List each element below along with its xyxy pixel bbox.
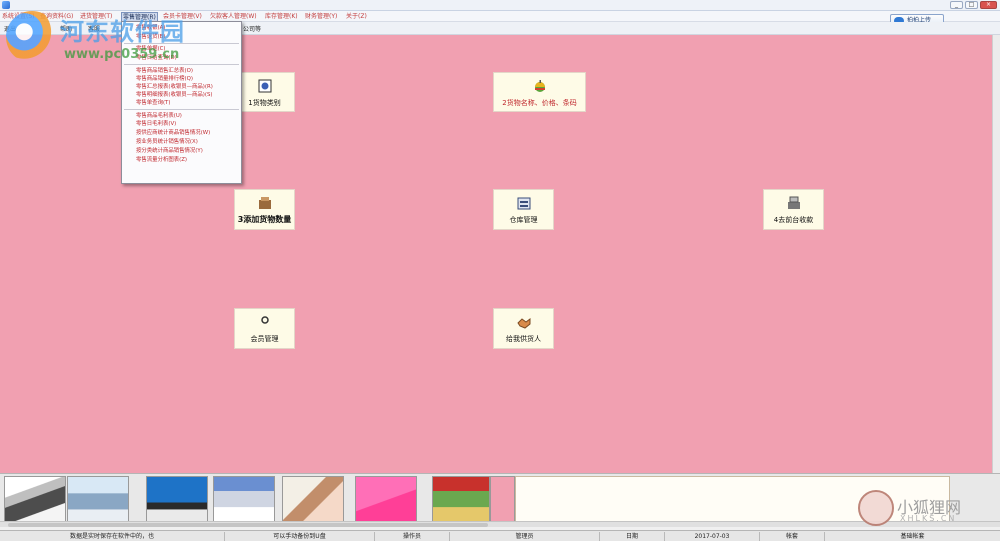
- image-strip: [0, 473, 1000, 527]
- tile-my-suppliers[interactable]: 给我供货人: [493, 308, 554, 349]
- corner-watermark-sub: XHLKS.CN: [900, 514, 957, 523]
- minimize-button[interactable]: _: [950, 1, 963, 9]
- apple-icon: [534, 80, 545, 92]
- status-date-value: 2017-07-03: [665, 532, 760, 541]
- fox-logo-watermark: [858, 490, 894, 526]
- tile-member-management-label: 会员管理: [250, 335, 279, 343]
- menu-finance[interactable]: 财务管理(Y): [305, 12, 337, 21]
- dropdown-item[interactable]: 按供应商统计商品销售情况(W): [136, 130, 210, 137]
- tile-goods-category-label: 1货物类别: [248, 99, 281, 107]
- dropdown-item[interactable]: 零售汇总报表(收银员—商品)(R): [136, 84, 213, 91]
- box-icon: [258, 197, 271, 209]
- status-account-value: 基础帐套: [900, 533, 925, 540]
- receipt-hand-image: [282, 476, 344, 524]
- dropdown-item[interactable]: 零售商品销量排行榜(Q): [136, 76, 193, 83]
- menu-inventory[interactable]: 库存管理(K): [265, 12, 298, 21]
- tile-add-quantity-label: 3添加货物数量: [237, 215, 292, 224]
- pink-panel: [490, 476, 515, 524]
- barcode-scanner-image: [4, 476, 66, 524]
- dropdown-item[interactable]: 按分类统计商品销售情况(Y): [136, 148, 203, 155]
- dropdown-item[interactable]: 按业务员统计销售情况(X): [136, 139, 198, 146]
- tile-warehouse-label: 仓库管理: [509, 216, 538, 224]
- dropdown-item[interactable]: 零售流量分析图表(Z): [136, 157, 187, 164]
- status-operator-value: 管理员: [450, 532, 600, 541]
- tile-goods-name-price-label: 2货物名称、价格、条码: [502, 99, 577, 107]
- tile-my-suppliers-label: 给我供货人: [506, 335, 541, 343]
- tile-goods-name-price[interactable]: 2货物名称、价格、条码: [493, 72, 586, 112]
- dropdown-item[interactable]: 零售明细报表(收银员—商品)(S): [136, 92, 213, 99]
- horizontal-scroll-thumb[interactable]: [8, 523, 488, 527]
- title-bar: _ □ ×: [0, 0, 1000, 11]
- tile-member-management[interactable]: 会员管理: [234, 308, 295, 349]
- tile-front-desk-checkout-label: 4去前台收款: [773, 216, 814, 224]
- app-icon: [2, 1, 10, 9]
- watermark-logo: [6, 11, 58, 63]
- status-account-label: 帐套: [760, 532, 825, 541]
- horizontal-scrollbar[interactable]: [0, 521, 1000, 527]
- computer-image: [146, 476, 208, 524]
- status-save-note: 数据是实时保存在软件中的，也: [0, 532, 225, 541]
- watermark-title: 河东软件园: [60, 18, 185, 46]
- maximize-button[interactable]: □: [965, 1, 978, 9]
- supermarket-produce-image: [432, 476, 490, 524]
- close-button[interactable]: ×: [980, 1, 997, 9]
- menu-debt-customers[interactable]: 欠款客人管理(W): [210, 12, 257, 21]
- goods-category-icon: [258, 79, 271, 93]
- tile-front-desk-checkout[interactable]: 4去前台收款: [763, 189, 824, 230]
- dropdown-separator: [124, 109, 239, 110]
- receipt-printer-image: [67, 476, 129, 524]
- status-operator-label: 操作员: [375, 532, 450, 541]
- dropdown-separator: [124, 64, 239, 65]
- watermark-url: www.pc0359.cn: [64, 47, 180, 62]
- cash-register-icon: [787, 196, 800, 209]
- handshake-icon: [516, 318, 530, 329]
- dropdown-item[interactable]: 零售商品销售汇总表(O): [136, 68, 193, 75]
- membership-card-image: [355, 476, 417, 524]
- tile-add-quantity[interactable]: 3添加货物数量: [234, 189, 295, 230]
- pos-terminal-image: [213, 476, 275, 524]
- vertical-scrollbar[interactable]: [992, 35, 1000, 473]
- status-bar: 数据是实时保存在软件中的，也 可以手动备份到U盘 操作员 管理员 日期 2017…: [0, 530, 1000, 541]
- tile-goods-category[interactable]: 1货物类别: [234, 72, 295, 112]
- dropdown-item[interactable]: 零售商品毛利表(U): [136, 113, 182, 120]
- status-date-label: 日期: [600, 532, 665, 541]
- member-icon: [260, 316, 269, 324]
- dropdown-item[interactable]: 零售单查询(T): [136, 100, 170, 107]
- toolbar-company[interactable]: 公司等: [243, 24, 261, 33]
- menu-about[interactable]: 关于(Z): [346, 12, 367, 21]
- tile-warehouse[interactable]: 仓库管理: [493, 189, 554, 230]
- warehouse-icon: [517, 197, 530, 210]
- dropdown-item[interactable]: 零售日毛利表(V): [136, 121, 176, 128]
- status-backup-note: 可以手动备份到U盘: [225, 532, 375, 541]
